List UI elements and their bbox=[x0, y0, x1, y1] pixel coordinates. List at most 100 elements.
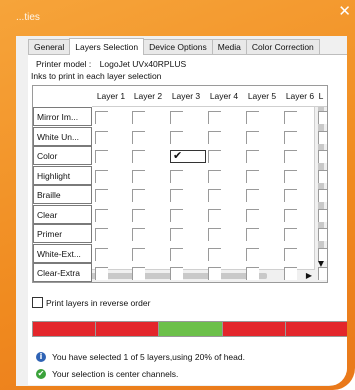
layer-checkbox[interactable] bbox=[95, 247, 108, 261]
layer-checkbox[interactable] bbox=[170, 189, 183, 202]
tab-general[interactable]: General bbox=[28, 39, 71, 55]
window-title: ...ties bbox=[16, 12, 40, 23]
layer-checkbox[interactable] bbox=[95, 130, 108, 144]
layer-checkbox[interactable] bbox=[170, 208, 183, 222]
layer-checkbox[interactable] bbox=[208, 228, 221, 241]
row-header: Primer bbox=[33, 224, 92, 243]
layer-checkbox[interactable] bbox=[132, 189, 145, 202]
head-segment-red bbox=[285, 322, 347, 336]
layer-checkbox[interactable] bbox=[170, 247, 183, 261]
layer-checkbox[interactable] bbox=[318, 111, 327, 124]
printer-model-label: Printer model : bbox=[36, 59, 92, 69]
layer-checkbox[interactable] bbox=[208, 267, 221, 280]
layer-checkbox[interactable] bbox=[95, 150, 108, 163]
layer-checkbox[interactable] bbox=[246, 228, 259, 241]
layer-checkbox[interactable] bbox=[170, 169, 183, 183]
layer-checkbox[interactable] bbox=[284, 111, 297, 124]
layer-checkbox[interactable] bbox=[132, 150, 145, 163]
printer-model: Printer model : LogoJet UVx40RPLUS bbox=[36, 59, 192, 69]
layers-selection-panel: Printer model : LogoJet UVx40RPLUS Inks … bbox=[28, 54, 347, 385]
layer-checkbox[interactable] bbox=[246, 247, 259, 261]
layer-checkbox[interactable] bbox=[208, 150, 221, 163]
layer-checkbox[interactable] bbox=[208, 130, 221, 144]
tab-strip: General Layers Selection Device Options … bbox=[28, 38, 320, 55]
layer-checkbox[interactable] bbox=[132, 247, 145, 261]
layer-checkbox[interactable] bbox=[208, 189, 221, 202]
layer-checkbox[interactable] bbox=[246, 189, 259, 202]
check-circle-icon: ✔ bbox=[36, 369, 46, 379]
layer-checkbox[interactable] bbox=[318, 150, 327, 163]
column-header: Layer 4 bbox=[205, 86, 244, 107]
layer-checkbox[interactable] bbox=[208, 247, 221, 261]
column-header: Layer 2 bbox=[129, 86, 168, 107]
row-header: Highlight bbox=[33, 165, 92, 185]
layer-checkbox[interactable] bbox=[95, 208, 108, 222]
selection-message: ✔ Your selection is center channels. bbox=[36, 369, 178, 379]
head-usage-bar bbox=[32, 321, 347, 337]
layer-checkbox[interactable] bbox=[284, 267, 297, 280]
layer-checkbox[interactable] bbox=[284, 130, 297, 144]
checkmark-icon: ✔ bbox=[173, 149, 183, 162]
row-header: Mirror Im... bbox=[33, 107, 92, 126]
info-icon: i bbox=[36, 352, 46, 362]
layer-checkbox[interactable] bbox=[208, 208, 221, 222]
printer-model-value: LogoJet UVx40RPLUS bbox=[99, 59, 187, 69]
layer-ink-grid: ▲ ▼ ◀ ▶ Layer 1Layer 2Layer 3Layer 4Laye… bbox=[32, 85, 328, 283]
layer-checkbox[interactable] bbox=[95, 111, 108, 124]
row-header bbox=[33, 283, 92, 284]
layer-checkbox[interactable] bbox=[132, 169, 145, 183]
tab-device-options[interactable]: Device Options bbox=[143, 39, 213, 55]
layer-checkbox[interactable] bbox=[170, 267, 183, 280]
selection-text: Your selection is center channels. bbox=[52, 369, 179, 379]
properties-dialog: General Layers Selection Device Options … bbox=[16, 36, 347, 386]
row-header: Braille bbox=[33, 185, 92, 204]
layer-checkbox-checked[interactable]: ✔ bbox=[170, 149, 206, 163]
layer-checkbox[interactable] bbox=[318, 228, 327, 241]
tab-media[interactable]: Media bbox=[211, 39, 247, 55]
layer-checkbox[interactable] bbox=[208, 111, 221, 124]
layer-checkbox[interactable] bbox=[132, 267, 145, 280]
layer-checkbox[interactable] bbox=[284, 208, 297, 222]
layer-checkbox[interactable] bbox=[318, 247, 327, 261]
layer-checkbox[interactable] bbox=[246, 169, 259, 183]
layer-checkbox[interactable] bbox=[284, 150, 297, 163]
layer-checkbox[interactable] bbox=[132, 228, 145, 241]
layer-checkbox[interactable] bbox=[170, 130, 183, 144]
layer-checkbox[interactable] bbox=[284, 247, 297, 261]
layer-checkbox[interactable] bbox=[95, 189, 108, 202]
layer-checkbox[interactable] bbox=[318, 208, 327, 222]
close-icon[interactable]: ✕ bbox=[338, 4, 351, 19]
layer-checkbox[interactable] bbox=[284, 228, 297, 241]
layer-checkbox[interactable] bbox=[318, 189, 327, 202]
layer-checkbox[interactable] bbox=[284, 189, 297, 202]
layer-checkbox[interactable] bbox=[95, 169, 108, 183]
head-segment-red bbox=[222, 322, 286, 336]
layer-checkbox[interactable] bbox=[318, 267, 327, 280]
layer-checkbox[interactable] bbox=[132, 111, 145, 124]
layer-checkbox[interactable] bbox=[318, 169, 327, 183]
scroll-right-icon[interactable]: ▶ bbox=[303, 270, 315, 282]
layer-checkbox[interactable] bbox=[170, 228, 183, 241]
layer-checkbox[interactable] bbox=[246, 111, 259, 124]
layer-checkbox[interactable] bbox=[170, 111, 183, 124]
tab-layers-selection[interactable]: Layers Selection bbox=[69, 38, 145, 55]
layer-checkbox[interactable] bbox=[208, 169, 221, 183]
layer-checkbox[interactable] bbox=[246, 130, 259, 144]
reverse-order-option[interactable]: Print layers in reverse order bbox=[32, 297, 150, 308]
row-header: White Un... bbox=[33, 126, 92, 146]
layer-usage-message: i You have selected 1 of 5 layers,using … bbox=[36, 352, 245, 362]
layer-checkbox[interactable] bbox=[132, 130, 145, 144]
row-header: Color bbox=[33, 146, 92, 165]
head-segment-red bbox=[96, 322, 160, 336]
reverse-order-checkbox[interactable] bbox=[32, 297, 43, 308]
layer-checkbox[interactable] bbox=[132, 208, 145, 222]
layer-checkbox[interactable] bbox=[246, 267, 259, 280]
layer-checkbox[interactable] bbox=[284, 169, 297, 183]
tab-color-correction[interactable]: Color Correction bbox=[245, 39, 320, 55]
layer-checkbox[interactable] bbox=[95, 267, 108, 280]
layer-checkbox[interactable] bbox=[318, 130, 327, 144]
inks-group-label: Inks to print in each layer selection bbox=[31, 71, 162, 81]
layer-checkbox[interactable] bbox=[95, 228, 108, 241]
layer-checkbox[interactable] bbox=[246, 208, 259, 222]
layer-checkbox[interactable] bbox=[246, 150, 259, 163]
